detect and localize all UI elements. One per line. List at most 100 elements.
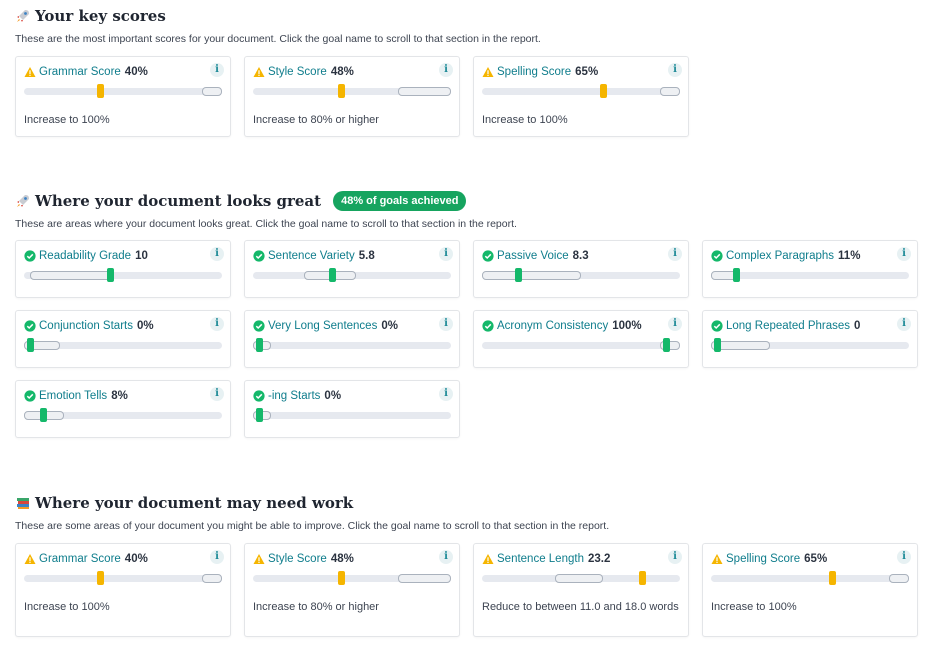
score-marker <box>599 84 607 98</box>
goal-name-link[interactable]: Passive Voice <box>497 250 569 262</box>
score-track <box>482 268 680 282</box>
score-track <box>24 338 222 352</box>
score-track <box>253 408 451 422</box>
score-marker <box>255 408 263 422</box>
warning-icon <box>253 554 265 564</box>
goal-name-link[interactable]: Grammar Score <box>39 66 121 78</box>
score-track <box>24 571 222 585</box>
section-header: Your key scores <box>15 5 925 27</box>
goal-card-long-repeated-phrases: Long Repeated Phrases 0 i <box>702 310 918 368</box>
score-marker <box>39 408 47 422</box>
goal-recommendation: Increase to 100% <box>24 114 110 126</box>
check-circle-icon <box>24 250 36 262</box>
goal-name-link[interactable]: Sentence Length <box>497 553 584 565</box>
score-marker <box>713 338 721 352</box>
goal-header: Spelling Score 65% <box>482 64 662 80</box>
score-marker <box>97 84 105 98</box>
looks-great-section: Where your document looks great 48% of g… <box>15 190 925 440</box>
score-marker <box>26 338 34 352</box>
section-description: These are the most important scores for … <box>15 33 541 45</box>
info-icon[interactable]: i <box>439 387 453 401</box>
score-marker <box>828 571 836 585</box>
goal-value: 0% <box>381 320 398 332</box>
goal-header: Passive Voice 8.3 <box>482 248 662 264</box>
goal-recommendation: Increase to 100% <box>711 601 797 613</box>
score-track <box>253 338 451 352</box>
check-circle-icon <box>24 320 36 332</box>
goal-value: 11% <box>838 250 861 262</box>
goal-value: 65% <box>804 553 828 565</box>
info-icon[interactable]: i <box>210 63 224 77</box>
key-scores-section: Your key scores These are the most impor… <box>15 5 925 138</box>
check-circle-icon <box>24 390 36 402</box>
info-icon[interactable]: i <box>210 317 224 331</box>
key-scores-grid: Grammar Score 40% i Increase to 100% Style S… <box>15 56 925 138</box>
goal-value: 5.8 <box>358 250 375 262</box>
info-icon[interactable]: i <box>668 550 682 564</box>
goal-card-grammar-score: Grammar Score 40% i Increase to 100% <box>15 543 231 637</box>
goal-header: Emotion Tells 8% <box>24 388 204 404</box>
goal-name-link[interactable]: Very Long Sentences <box>268 320 377 332</box>
info-icon[interactable]: i <box>439 550 453 564</box>
goal-card-conjunction-starts: Conjunction Starts 0% i <box>15 310 231 368</box>
section-description: These are some areas of your document yo… <box>15 520 610 532</box>
goal-header: Style Score 48% <box>253 64 433 80</box>
goal-name-link[interactable]: Style Score <box>268 553 327 565</box>
check-circle-icon <box>711 320 723 332</box>
score-marker <box>255 338 263 352</box>
goal-name-link[interactable]: Style Score <box>268 66 327 78</box>
goal-header: Spelling Score 65% <box>711 551 891 567</box>
info-icon[interactable]: i <box>439 63 453 77</box>
score-marker <box>732 268 740 282</box>
target-range <box>29 271 112 280</box>
info-icon[interactable]: i <box>897 550 911 564</box>
goal-name-link[interactable]: Spelling Score <box>726 553 800 565</box>
goal-name-link[interactable]: Readability Grade <box>39 250 131 262</box>
section-header: Where your document looks great 48% of g… <box>15 190 925 212</box>
goal-value: 0% <box>324 390 342 402</box>
info-icon[interactable]: i <box>897 247 911 261</box>
target-range <box>202 574 222 583</box>
goal-recommendation: Increase to 100% <box>24 601 110 613</box>
goal-value: 48% <box>330 66 354 78</box>
goal-value: 100% <box>612 320 642 332</box>
warning-icon <box>482 67 494 77</box>
info-icon[interactable]: i <box>668 247 682 261</box>
score-track <box>711 571 909 585</box>
target-range <box>397 87 451 96</box>
warning-icon <box>482 554 494 564</box>
info-icon[interactable]: i <box>668 63 682 77</box>
score-marker <box>338 571 346 585</box>
goal-card-emotion-tells: Emotion Tells 8% i <box>15 380 231 438</box>
goal-name-link[interactable]: Sentence Variety <box>268 250 355 262</box>
info-icon[interactable]: i <box>668 317 682 331</box>
info-icon[interactable]: i <box>210 247 224 261</box>
goal-recommendation: Reduce to between 11.0 and 18.0 words <box>482 601 679 613</box>
goal-name-link[interactable]: Long Repeated Phrases <box>726 320 850 332</box>
goal-name-link[interactable]: Spelling Score <box>497 66 571 78</box>
goal-value: 0 <box>854 320 861 332</box>
target-range <box>397 574 451 583</box>
info-icon[interactable]: i <box>897 317 911 331</box>
goal-header: Conjunction Starts 0% <box>24 318 204 334</box>
goal-name-link[interactable]: Acronym Consistency <box>497 320 608 332</box>
info-icon[interactable]: i <box>210 550 224 564</box>
info-icon[interactable]: i <box>210 387 224 401</box>
goal-value: 10 <box>135 250 148 262</box>
info-icon[interactable]: i <box>439 247 453 261</box>
goal-name-link[interactable]: Complex Paragraphs <box>726 250 834 262</box>
warning-icon <box>24 554 36 564</box>
info-icon[interactable]: i <box>439 317 453 331</box>
score-track <box>253 571 451 585</box>
goal-value: 8.3 <box>572 250 589 262</box>
goal-card-readability-grade: Readability Grade 10 i <box>15 240 231 298</box>
goal-name-link[interactable]: Conjunction Starts <box>39 320 133 332</box>
goal-name-link[interactable]: -ing Starts <box>268 390 320 402</box>
goal-value: 8% <box>111 390 128 402</box>
score-track <box>24 84 222 98</box>
goal-name-link[interactable]: Grammar Score <box>39 553 121 565</box>
warning-icon <box>711 554 723 564</box>
goal-card-sentence-variety: Sentence Variety 5.8 i <box>244 240 460 298</box>
warning-icon <box>253 67 265 77</box>
goal-name-link[interactable]: Emotion Tells <box>39 390 107 402</box>
